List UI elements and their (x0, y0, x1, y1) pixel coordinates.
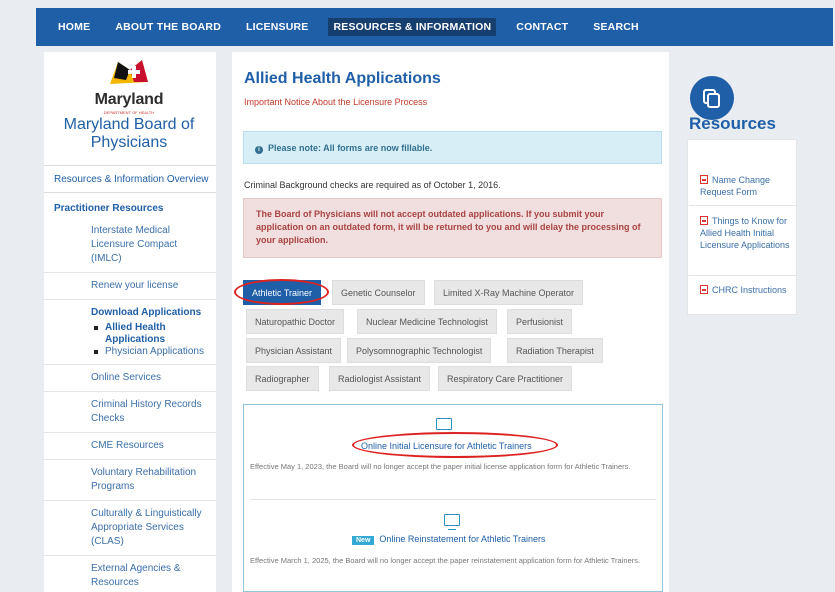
tab-physician-assistant[interactable]: Physician Assistant (246, 338, 342, 363)
nav-home[interactable]: HOME (58, 21, 90, 33)
resource-name-change[interactable]: Name Change Request Form (700, 174, 792, 198)
page-title: Allied Health Applications (244, 70, 441, 87)
link-online-reinstatement[interactable]: New Online Reinstatement for Athletic Tra… (352, 534, 545, 545)
resource-chrc-label: CHRC Instructions (712, 285, 787, 295)
tab-naturopathic[interactable]: Naturopathic Doctor (246, 309, 345, 334)
new-badge: New (352, 536, 375, 545)
info-icon: i (255, 146, 263, 154)
tab-radiographer[interactable]: Radiographer (246, 366, 319, 391)
tab-athletic-trainer[interactable]: Athletic Trainer (243, 280, 322, 305)
nav-resources-information[interactable]: RESOURCES & INFORMATION (328, 18, 497, 36)
top-navigation: HOME ABOUT THE BOARD LICENSURE RESOURCES… (36, 8, 833, 46)
monitor-icon (436, 418, 452, 434)
tab-radiation-therapist[interactable]: Radiation Therapist (507, 338, 603, 363)
sidebar-item-download[interactable]: Download Applications Allied Health Appl… (44, 300, 216, 365)
tab-radiologist-assistant[interactable]: Radiologist Assistant (329, 366, 431, 391)
sidebar-item-external[interactable]: External Agencies & Resources (44, 556, 216, 592)
info-text: Please note: All forms are now fillable. (268, 143, 433, 153)
tab-limited-xray[interactable]: Limited X-Ray Machine Operator (434, 280, 584, 305)
sidebar-section-practitioner[interactable]: Practitioner Resources (44, 193, 216, 218)
sidebar-subitem-physician[interactable]: Physician Applications (91, 346, 210, 358)
brand-state: Maryland (94, 91, 164, 108)
info-alert: i Please note: All forms are now fillable… (243, 131, 662, 164)
card-text-initial: Effective May 1, 2023, the Board will no… (250, 462, 631, 471)
application-card: Online Initial Licensure for Athletic Tr… (243, 404, 663, 592)
background-check-note: Criminal Background checks are required … (244, 180, 501, 190)
monitor-icon (444, 514, 460, 530)
resource-divider (689, 205, 797, 206)
nav-licensure[interactable]: LICENSURE (246, 21, 308, 33)
nav-about-the-board[interactable]: ABOUT THE BOARD (115, 21, 221, 33)
download-sublist: Allied Health Applications Physician App… (91, 320, 210, 358)
tab-respiratory-care[interactable]: Respiratory Care Practitioner (438, 366, 573, 391)
sidebar-item-imlc[interactable]: Interstate Medical Licensure Compact (IM… (44, 218, 216, 273)
pdf-icon (700, 285, 708, 294)
brand-dept: DEPARTMENT OF HEALTH (103, 110, 155, 115)
card-divider (250, 499, 656, 500)
resource-things-to-know-label: Things to Know for Allied Health Initial… (700, 216, 790, 250)
nav-search[interactable]: SEARCH (593, 21, 639, 33)
pdf-icon (700, 216, 708, 225)
nav-contact[interactable]: CONTACT (516, 21, 568, 33)
resources-panel: Name Change Request Form Things to Know … (687, 139, 797, 315)
link-online-initial[interactable]: Online Initial Licensure for Athletic Tr… (361, 441, 532, 451)
sidebar-item-download-label: Download Applications (91, 307, 202, 318)
tab-nuclear-medicine[interactable]: Nuclear Medicine Technologist (357, 309, 497, 334)
sidebar-item-clas[interactable]: Culturally & Linguistically Appropriate … (44, 501, 216, 556)
tab-perfusionist[interactable]: Perfusionist (507, 309, 573, 334)
sidebar-item-renew[interactable]: Renew your license (44, 273, 216, 300)
resource-divider (689, 275, 797, 276)
link-online-reinstatement-label: Online Reinstatement for Athletic Traine… (379, 534, 546, 544)
tab-genetic-counselor[interactable]: Genetic Counselor (332, 280, 425, 305)
resource-things-to-know[interactable]: Things to Know for Allied Health Initial… (700, 215, 792, 251)
sidebar-subitem-allied[interactable]: Allied Health Applications (91, 322, 210, 346)
notice-link[interactable]: Important Notice About the Licensure Pro… (244, 97, 427, 107)
sidebar-item-rehab[interactable]: Voluntary Rehabilitation Programs (44, 460, 216, 501)
sidebar-item-online-services[interactable]: Online Services (44, 365, 216, 392)
pdf-icon (700, 175, 708, 184)
card-text-reinstatement: Effective March 1, 2025, the Board will … (250, 556, 641, 565)
resources-title: Resources (689, 114, 776, 133)
board-name[interactable]: Maryland Board of Physicians (50, 116, 208, 152)
resource-name-change-label: Name Change Request Form (700, 175, 771, 197)
resource-chrc[interactable]: CHRC Instructions (700, 284, 792, 296)
tab-polysomnographic[interactable]: Polysomnographic Technologist (347, 338, 492, 363)
warning-alert: The Board of Physicians will not accept … (243, 198, 662, 258)
sidebar-menu: Resources & Information Overview Practit… (44, 165, 216, 592)
sidebar-item-cme[interactable]: CME Resources (44, 433, 216, 460)
sidebar-item-criminal-history[interactable]: Criminal History Records Checks (44, 392, 216, 433)
sidebar-item-overview[interactable]: Resources & Information Overview (44, 165, 216, 193)
